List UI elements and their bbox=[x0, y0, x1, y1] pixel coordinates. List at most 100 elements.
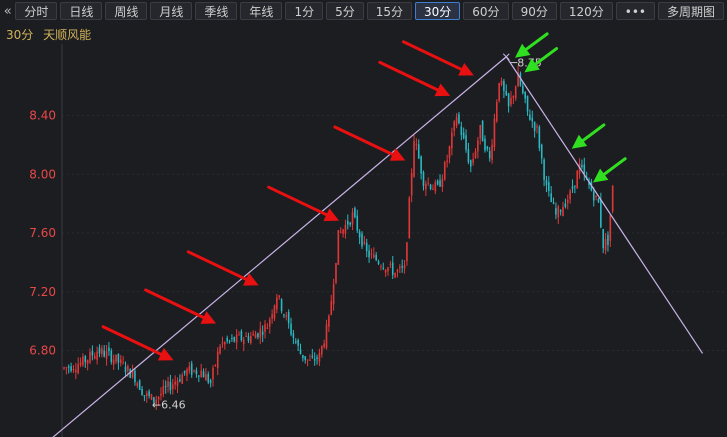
candle-body bbox=[512, 95, 515, 98]
candle-body bbox=[557, 206, 560, 218]
candle-body bbox=[571, 186, 574, 189]
candle-body bbox=[389, 263, 392, 265]
candle-body bbox=[373, 254, 375, 258]
candle-body bbox=[257, 333, 259, 338]
candle-body bbox=[72, 369, 75, 371]
candle-body bbox=[200, 370, 202, 378]
candle-body bbox=[552, 202, 555, 204]
candle-body bbox=[318, 352, 321, 362]
candle-body bbox=[477, 140, 479, 152]
candle-body bbox=[493, 118, 496, 147]
candle-body bbox=[273, 305, 276, 319]
candlestick-chart[interactable]: 6.807.207.608.008.40←6.46─8.75 bbox=[0, 0, 727, 437]
candle-body bbox=[101, 348, 103, 355]
candle-body bbox=[406, 242, 408, 262]
candle-body bbox=[169, 381, 172, 391]
candle-body bbox=[138, 380, 141, 391]
candle-body bbox=[186, 369, 188, 376]
candle-body bbox=[498, 82, 500, 101]
candle-body bbox=[358, 231, 361, 238]
candle-body bbox=[555, 208, 557, 215]
candle-body bbox=[292, 333, 295, 338]
candle-body bbox=[134, 370, 136, 383]
candle-body bbox=[271, 314, 273, 319]
candle-body bbox=[190, 363, 193, 375]
candle-body bbox=[429, 184, 432, 189]
red-arrow-4 bbox=[333, 125, 395, 156]
candle-body bbox=[108, 347, 110, 352]
candle-body bbox=[302, 354, 304, 359]
candle-body bbox=[250, 336, 252, 344]
candle-body bbox=[536, 126, 538, 128]
candle-body bbox=[131, 370, 134, 378]
candle-body bbox=[365, 242, 368, 252]
candle-body bbox=[479, 125, 482, 139]
candle-body bbox=[592, 191, 595, 201]
candle-body bbox=[105, 351, 108, 359]
candle-body bbox=[609, 215, 612, 241]
candle-body bbox=[368, 250, 370, 258]
candle-body bbox=[93, 355, 96, 359]
candle-body bbox=[505, 91, 508, 96]
candle-body bbox=[226, 338, 228, 342]
candle-body bbox=[460, 126, 463, 136]
candle-body bbox=[299, 349, 302, 354]
candle-body bbox=[443, 161, 446, 180]
candle-body bbox=[427, 182, 430, 184]
green-arrow-0 bbox=[524, 32, 549, 51]
candle-body bbox=[124, 366, 127, 373]
candle-body bbox=[306, 359, 309, 361]
candle-body bbox=[238, 334, 240, 336]
candle-body bbox=[316, 357, 318, 359]
candle-body bbox=[285, 315, 288, 317]
candle-body bbox=[112, 359, 115, 365]
candle-body bbox=[448, 146, 451, 158]
candle-body bbox=[604, 238, 607, 251]
candle-body bbox=[193, 370, 195, 372]
candle-body bbox=[110, 350, 113, 362]
candle-body bbox=[500, 80, 503, 85]
candle-body bbox=[495, 101, 498, 121]
candle-body bbox=[344, 224, 347, 234]
candle-body bbox=[394, 272, 396, 278]
candle-body bbox=[595, 195, 597, 197]
candle-body bbox=[335, 263, 337, 283]
candle-body bbox=[611, 185, 614, 212]
candle-body bbox=[425, 183, 427, 190]
y-tick-label: 8.00 bbox=[29, 167, 56, 181]
candle-body bbox=[387, 267, 389, 272]
candle-body bbox=[195, 370, 198, 374]
candle-body bbox=[474, 151, 477, 158]
candle-body bbox=[455, 117, 458, 126]
candle-body bbox=[562, 206, 564, 217]
green-arrow-2-head bbox=[571, 134, 588, 149]
candle-body bbox=[167, 381, 169, 387]
candle-body bbox=[127, 365, 129, 371]
candle-body bbox=[245, 335, 247, 337]
candle-body bbox=[540, 144, 543, 159]
candle-body bbox=[311, 355, 314, 358]
candle-body bbox=[212, 368, 214, 380]
candle-body bbox=[115, 354, 117, 362]
candle-body bbox=[583, 164, 586, 174]
candle-body bbox=[313, 359, 316, 361]
candle-body bbox=[103, 350, 106, 357]
candle-body bbox=[183, 370, 186, 373]
candle-body bbox=[564, 203, 567, 207]
candle-body bbox=[280, 299, 283, 312]
candle-body bbox=[602, 229, 605, 249]
candle-body bbox=[531, 117, 534, 122]
support-trend-line bbox=[52, 56, 507, 437]
candle-body bbox=[522, 85, 524, 94]
candle-body bbox=[89, 351, 91, 363]
candle-body bbox=[349, 222, 351, 225]
candle-body bbox=[297, 339, 299, 346]
candle-body bbox=[202, 371, 205, 378]
candle-body bbox=[259, 328, 262, 338]
candle-body bbox=[176, 380, 179, 386]
candle-body bbox=[179, 379, 181, 382]
candle-body bbox=[569, 190, 571, 200]
candle-body bbox=[467, 149, 470, 163]
candle-body bbox=[439, 180, 441, 187]
candle-body bbox=[354, 208, 356, 218]
